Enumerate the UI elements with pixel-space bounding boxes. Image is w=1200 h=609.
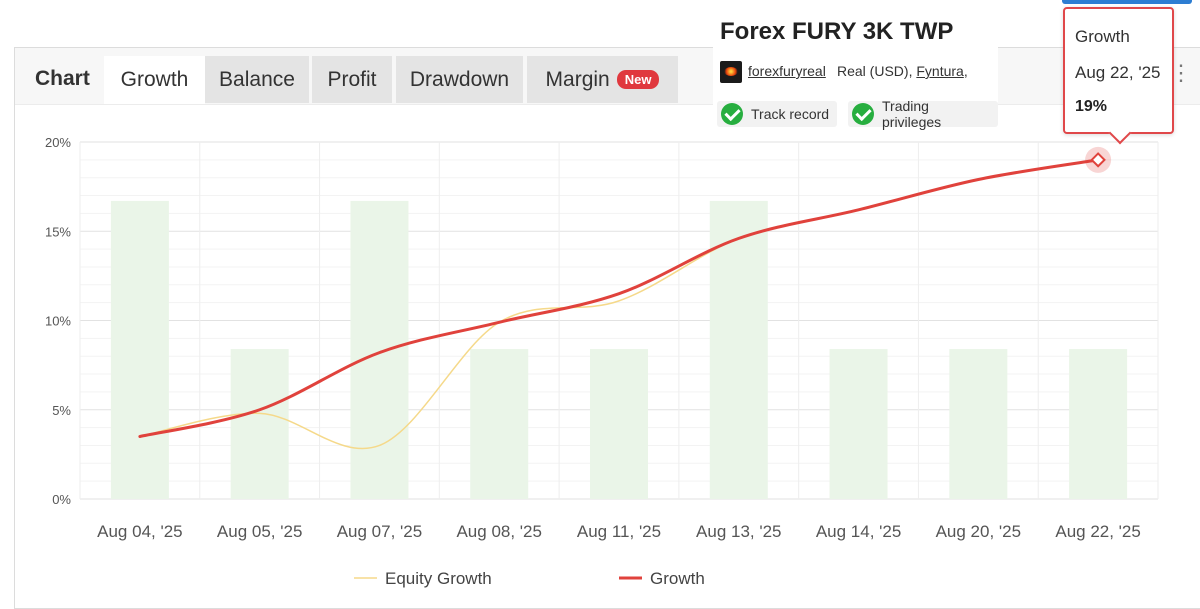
x-tick-label: Aug 07, '25	[337, 522, 422, 541]
y-tick-label: 5%	[52, 403, 71, 418]
background-bar	[590, 349, 648, 499]
y-tick-label: 0%	[52, 492, 71, 507]
broker-suffix: ,	[964, 63, 968, 79]
chart-tooltip: Growth Aug 22, '25 19%	[1063, 7, 1174, 134]
avatar[interactable]	[720, 61, 742, 83]
legend-label: Equity Growth	[385, 569, 492, 588]
track-record-badge[interactable]: Track record	[717, 101, 837, 127]
x-tick-label: Aug 11, '25	[577, 522, 661, 541]
y-tick-label: 10%	[45, 314, 71, 329]
x-tick-label: Aug 22, '25	[1055, 522, 1140, 541]
background-bar	[231, 349, 289, 499]
background-bar	[111, 201, 169, 499]
tooltip-date: Aug 22, '25	[1075, 63, 1160, 83]
system-info-card: Forex FURY 3K TWP forexfuryreal Real (US…	[713, 0, 998, 125]
tooltip-value: 19%	[1075, 98, 1107, 116]
x-tick-label: Aug 20, '25	[936, 522, 1021, 541]
background-bar	[1069, 349, 1127, 499]
x-tick-label: Aug 05, '25	[217, 522, 302, 541]
account-type: Real (USD),	[837, 63, 912, 79]
track-record-label: Track record	[751, 106, 829, 122]
trading-privileges-badge[interactable]: Trading privileges	[848, 101, 998, 127]
background-bar	[470, 349, 528, 499]
x-tick-label: Aug 04, '25	[97, 522, 182, 541]
background-bar	[830, 349, 888, 499]
background-bar	[949, 349, 1007, 499]
account-info: Real (USD), Fyntura,	[837, 63, 968, 79]
x-tick-label: Aug 08, '25	[456, 522, 541, 541]
tooltip-series: Growth	[1075, 27, 1130, 47]
check-circle-icon	[721, 103, 743, 125]
legend-label: Growth	[650, 569, 705, 588]
x-tick-label: Aug 13, '25	[696, 522, 781, 541]
system-title: Forex FURY 3K TWP	[720, 18, 953, 46]
growth-chart: 0% 5% 10% 15% 20% Aug 04, '25 Aug 05, '25 Aug 0…	[0, 0, 1200, 593]
broker-link[interactable]: Fyntura	[916, 63, 963, 79]
check-circle-icon	[852, 103, 874, 125]
y-tick-label: 15%	[45, 224, 71, 239]
x-tick-label: Aug 14, '25	[816, 522, 901, 541]
background-bar	[350, 201, 408, 499]
username-link[interactable]: forexfuryreal	[748, 63, 826, 79]
trading-privileges-label: Trading privileges	[882, 98, 990, 130]
y-tick-label: 20%	[45, 135, 71, 150]
